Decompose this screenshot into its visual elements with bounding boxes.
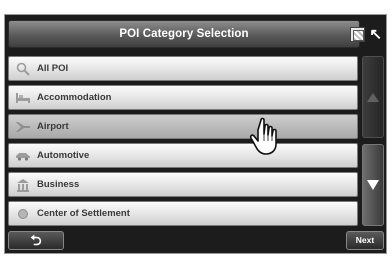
scroll-down-button[interactable] <box>362 144 384 226</box>
title-bar: POI Category Selection <box>8 20 360 48</box>
list-item-business[interactable]: Business <box>8 172 358 197</box>
map-view-icon[interactable] <box>350 26 365 42</box>
list-item-all-poi[interactable]: All POI <box>8 56 358 81</box>
car-icon <box>15 149 31 163</box>
pointing-hand-cursor-icon <box>248 117 282 157</box>
arrow-up-left-icon[interactable]: ↖ <box>369 27 382 42</box>
page-title: POI Category Selection <box>119 28 249 40</box>
triangle-up-icon <box>367 92 379 102</box>
circle-icon <box>15 207 31 221</box>
bed-icon <box>15 91 31 105</box>
list-item-label: Airport <box>37 121 69 132</box>
list-item-accommodation[interactable]: Accommodation <box>8 85 358 110</box>
list-item-automotive[interactable]: Automotive <box>8 143 358 168</box>
next-button[interactable]: Next <box>346 231 384 250</box>
list-item-label: All POI <box>37 63 69 74</box>
list-item-airport[interactable]: Airport <box>8 114 358 139</box>
list-item-label: Automotive <box>37 150 90 161</box>
bottom-bar: ⮌ Next <box>8 231 384 251</box>
scroll-up-button[interactable] <box>362 56 384 138</box>
airplane-icon <box>15 120 31 134</box>
magnifier-icon <box>15 62 31 76</box>
back-button[interactable]: ⮌ <box>8 231 64 250</box>
triangle-down-icon <box>367 180 379 190</box>
list-item-label: Accommodation <box>37 92 112 103</box>
list-item-label: Business <box>37 179 80 190</box>
title-bar-buttons: ↖ <box>348 20 384 48</box>
list-scrollbar <box>362 56 384 226</box>
building-icon <box>15 178 31 192</box>
list-item-center-of-settlement[interactable]: Center of Settlement <box>8 201 358 226</box>
list-item-label: Center of Settlement <box>37 208 130 219</box>
